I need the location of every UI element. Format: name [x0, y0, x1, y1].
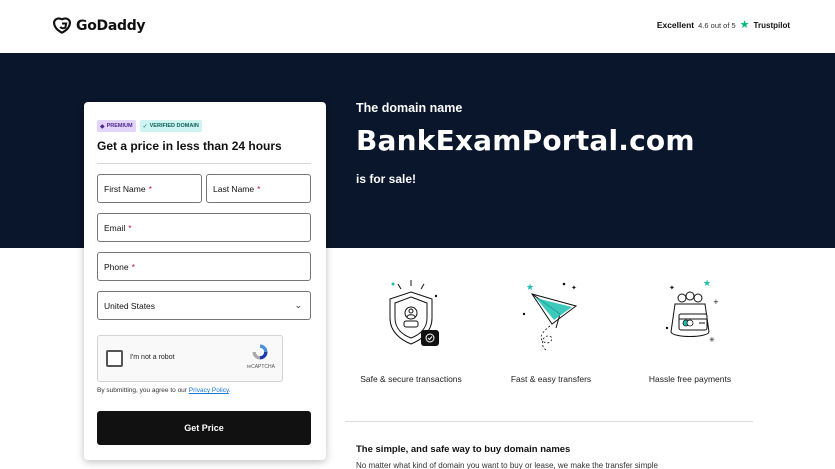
logo-text: GoDaddy [76, 18, 146, 34]
diamond-icon: ◆ [100, 123, 105, 130]
consent-suffix: . [228, 387, 231, 394]
country-select[interactable]: United States ⌄ [97, 291, 311, 320]
email-label: Email [104, 222, 126, 233]
feature-hassle-free-payments: ★ ✦ + ✳ Hassle free payments [625, 276, 755, 384]
svg-text:+: + [713, 298, 719, 306]
credit-card-icon: ★ ✦ + ✳ [665, 279, 719, 344]
required-mark: * [128, 222, 132, 233]
feature-label: Fast & easy transfers [510, 374, 592, 384]
phone-label: Phone [104, 261, 129, 272]
paper-plane-icon: ★ ✦ [522, 282, 578, 351]
feature-safe-transactions: Safe & secure transactions [346, 276, 476, 384]
recaptcha-icon [252, 344, 268, 360]
form-title: Get a price in less than 24 hours [97, 139, 282, 153]
get-price-button[interactable]: Get Price [97, 411, 311, 445]
last-name-field[interactable]: Last Name * [206, 174, 311, 203]
verified-badge: ✓ VERIFIED DOMAIN [139, 120, 202, 132]
rating-word: Excellent [656, 20, 695, 30]
phone-field[interactable]: Phone * [97, 252, 311, 281]
shield-icon [389, 280, 439, 346]
section-divider [345, 421, 753, 422]
feature-label: Safe & secure transactions [360, 374, 462, 384]
badge-row: ◆ PREMIUM ✓ VERIFIED DOMAIN [97, 120, 202, 132]
premium-badge-label: PREMIUM [106, 123, 133, 129]
hero-subtitle: The domain name [356, 101, 463, 115]
recaptcha-widget: I'm not a robot reCAPTCHA [97, 335, 283, 382]
feature-fast-transfers: ★ ✦ Fast & easy transfers [486, 276, 616, 384]
rating-score: 4.6 out of 5 [698, 20, 736, 30]
svg-text:✦: ✦ [669, 284, 675, 292]
info-section-title: The simple, and safe way to buy domain n… [356, 444, 571, 455]
email-field[interactable]: Email * [97, 213, 311, 242]
svg-text:✦: ✦ [571, 284, 577, 292]
required-mark: * [131, 261, 135, 272]
country-value: United States [104, 300, 156, 311]
required-mark: * [148, 183, 152, 194]
price-request-form: ◆ PREMIUM ✓ VERIFIED DOMAIN Get a price … [84, 102, 326, 460]
form-divider [97, 163, 311, 164]
chevron-down-icon: ⌄ [294, 300, 302, 310]
check-circle-icon: ✓ [142, 123, 148, 130]
svg-text:★: ★ [526, 283, 534, 293]
first-name-field[interactable]: First Name * [97, 174, 202, 203]
privacy-policy-link[interactable]: Privacy Policy [189, 387, 229, 394]
verified-badge-label: VERIFIED DOMAIN [149, 123, 199, 129]
godaddy-logo[interactable]: GoDaddy [52, 16, 146, 36]
premium-badge: ◆ PREMIUM [97, 120, 136, 132]
consent-prefix: By submitting, you agree to our [97, 387, 189, 394]
required-mark: * [257, 183, 261, 194]
trustpilot-label: Trustpilot [753, 20, 790, 30]
trustpilot-star-icon: ★ [739, 19, 750, 31]
top-bar: GoDaddy Excellent 4.6 out of 5 ★ Trustpi… [0, 0, 835, 53]
consent-text: By submitting, you agree to our Privacy … [97, 387, 231, 394]
last-name-label: Last Name [213, 183, 255, 194]
feature-label: Hassle free payments [648, 374, 732, 384]
svg-text:★: ★ [703, 279, 711, 289]
recaptcha-checkbox[interactable] [106, 350, 123, 367]
recaptcha-label: I'm not a robot [130, 354, 175, 361]
recaptcha-brand: reCAPTCHA [246, 364, 275, 370]
trustpilot-rating[interactable]: Excellent 4.6 out of 5 ★ Trustpilot [656, 19, 790, 31]
info-section-body: No matter what kind of domain you want t… [356, 461, 658, 469]
sale-status: is for sale! [356, 172, 417, 186]
svg-text:✳: ✳ [709, 336, 715, 344]
domain-name-title: BankExamPortal.com [356, 124, 695, 157]
godaddy-logo-icon [53, 17, 71, 34]
first-name-label: First Name [104, 183, 146, 194]
